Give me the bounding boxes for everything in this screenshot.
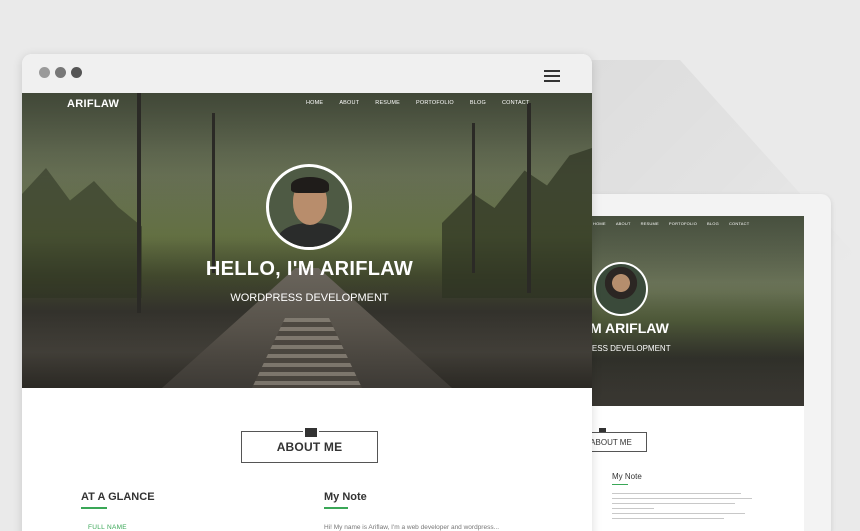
- nav-resume[interactable]: RESUME: [375, 100, 400, 106]
- utility-pole: [472, 123, 475, 273]
- tablet-note-underline: [612, 484, 628, 485]
- browser-toolbar: [22, 54, 592, 93]
- tablet-nav-contact[interactable]: CONTACT: [729, 221, 749, 226]
- my-note-title: My Note: [324, 491, 367, 503]
- tablet-note-title: My Note: [612, 472, 642, 481]
- tablet-hero: HOME ABOUT RESUME PORTOFOLIO BLOG CONTAC…: [575, 216, 804, 406]
- envelope-icon: [303, 426, 319, 439]
- tablet-mockup: HOME ABOUT RESUME PORTOFOLIO BLOG CONTAC…: [575, 194, 831, 531]
- nav-portofolio[interactable]: PORTOFOLIO: [416, 100, 454, 106]
- hamburger-menu-icon[interactable]: [544, 70, 560, 85]
- utility-pole: [212, 113, 215, 273]
- nav-home[interactable]: HOME: [306, 100, 323, 106]
- browser-mockup: ARIFLAW HOME ABOUT RESUME PORTOFOLIO BLO…: [22, 54, 592, 531]
- tablet-avatar: [594, 262, 648, 316]
- hero-section: ARIFLAW HOME ABOUT RESUME PORTOFOLIO BLO…: [22, 93, 592, 388]
- nav-blog[interactable]: BLOG: [470, 100, 486, 106]
- avatar: [266, 164, 352, 250]
- my-note-text: Hi! My name is Ariflaw, I'm a web develo…: [324, 524, 500, 531]
- about-me-title: ABOUT ME: [276, 440, 343, 454]
- hero-subtitle: WORDPRESS DEVELOPMENT: [230, 292, 389, 304]
- main-nav: HOME ABOUT RESUME PORTOFOLIO BLOG CONTAC…: [306, 100, 530, 106]
- tablet-nav: HOME ABOUT RESUME PORTOFOLIO BLOG CONTAC…: [593, 221, 749, 226]
- site-brand[interactable]: ARIFLAW: [67, 98, 119, 110]
- window-dot-icon[interactable]: [55, 67, 66, 78]
- nav-contact[interactable]: CONTACT: [502, 100, 530, 106]
- window-dot-icon[interactable]: [71, 67, 82, 78]
- tablet-nav-home[interactable]: HOME: [593, 221, 606, 226]
- tablet-nav-about[interactable]: ABOUT: [616, 221, 631, 226]
- tablet-note-text-lines: [612, 493, 752, 523]
- window-dot-icon[interactable]: [39, 67, 50, 78]
- tablet-nav-portofolio[interactable]: PORTOFOLIO: [669, 221, 697, 226]
- tablet-nav-blog[interactable]: BLOG: [707, 221, 719, 226]
- tablet-screen: HOME ABOUT RESUME PORTOFOLIO BLOG CONTAC…: [575, 216, 804, 531]
- at-a-glance-underline: [81, 507, 107, 509]
- nav-about[interactable]: ABOUT: [339, 100, 359, 106]
- my-note-underline: [324, 507, 348, 509]
- at-a-glance-title: AT A GLANCE: [81, 491, 155, 503]
- tablet-nav-resume[interactable]: RESUME: [641, 221, 659, 226]
- full-name-label: FULL NAME: [88, 524, 127, 531]
- hero-title: HELLO, I'M ARIFLAW: [205, 258, 414, 280]
